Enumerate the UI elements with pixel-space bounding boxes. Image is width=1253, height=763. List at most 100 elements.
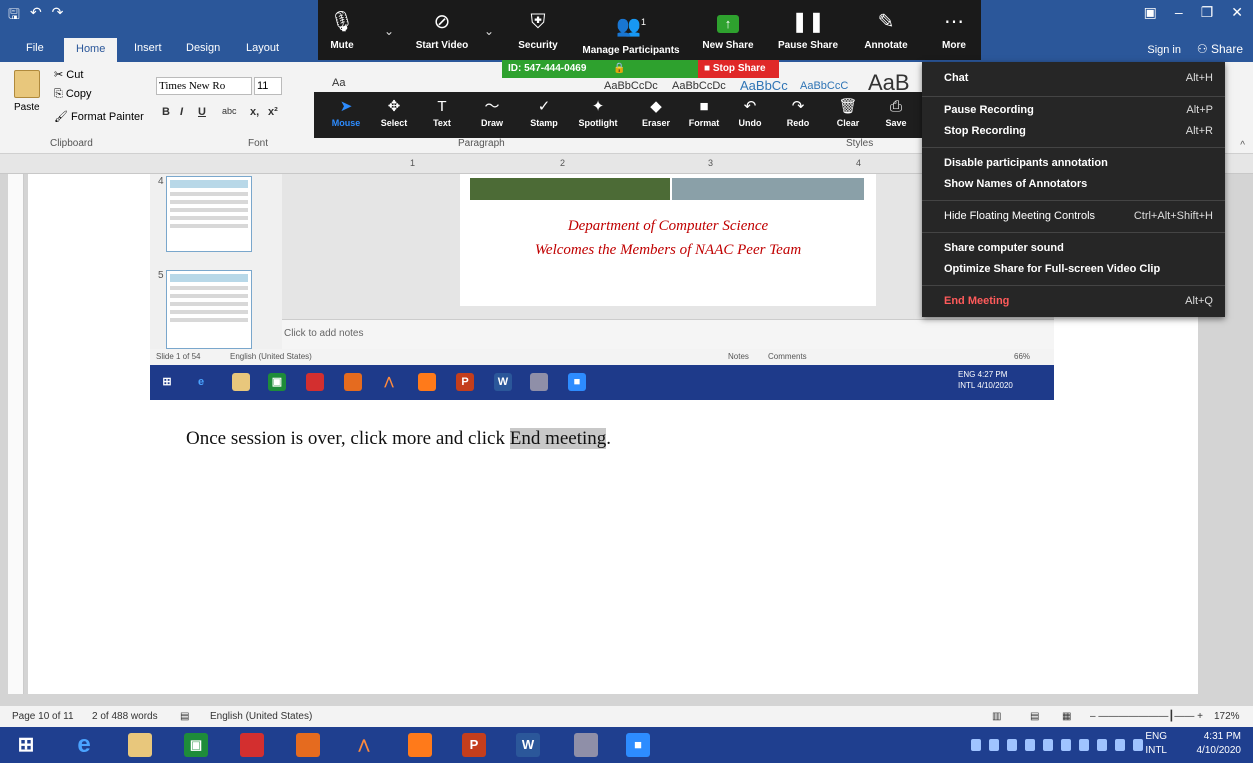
minimize-icon[interactable]: – [1175,4,1183,21]
change-case-button[interactable]: Aa [332,77,345,89]
tray-icon[interactable] [1025,739,1035,751]
close-icon[interactable]: ✕ [1231,4,1243,21]
menu-end-meeting[interactable]: End Meeting [944,295,1009,307]
annot-eraser-button[interactable]: ◆ Eraser [630,92,682,138]
more-button[interactable]: ⋯ More [930,0,978,60]
strikethrough-button[interactable]: abc [222,106,237,116]
tray-icon[interactable] [1007,739,1017,751]
start-icon[interactable]: ⊞ [14,733,38,757]
manage-participants-button[interactable]: 👥1 Manage Participants [576,0,686,60]
network-icon[interactable] [1133,739,1143,751]
paste-button[interactable]: Paste [14,70,44,126]
start-video-button[interactable]: ⊘ Start Video [404,0,480,60]
edge-icon[interactable]: e [72,733,96,757]
pause-share-button[interactable]: ❚❚ Pause Share [772,0,844,60]
style-heading-1[interactable]: AaBbCc [740,78,788,93]
tray-icon[interactable] [1061,739,1071,751]
zoom-app-icon[interactable]: ■ [626,733,650,757]
annot-format-button[interactable]: ■ Format [678,92,730,138]
paint-icon[interactable] [240,733,264,757]
menu-chat[interactable]: Chat [944,72,968,84]
clock-date: 4/10/2020 [1196,745,1242,756]
stop-share-button[interactable]: ■ Stop Share [698,60,779,78]
annot-text-button[interactable]: T Text [416,92,468,138]
tab-file[interactable]: File [26,42,44,54]
cut-button[interactable]: ✂ Cut [54,68,83,81]
font-size-box[interactable]: 11 [254,77,282,95]
ribbon-display-icon[interactable]: ▣ [1144,4,1157,21]
annot-draw-button[interactable]: 〜 Draw [466,92,518,138]
style-heading-2[interactable]: AaBbCcC [800,80,848,92]
new-share-button[interactable]: ↑ New Share [696,0,760,60]
input-language[interactable]: ENG INTL [1145,730,1167,758]
menu-disable-annotation[interactable]: Disable participants annotation [944,157,1108,169]
document-text[interactable]: Once session is over, click more and cli… [186,428,611,450]
font-name-box[interactable]: Times New Ro [156,77,252,95]
annot-stamp-button[interactable]: ✓ Stamp [518,92,570,138]
menu-stop-recording[interactable]: Stop Recording [944,125,1026,137]
style-normal[interactable]: AaBbCcDc [604,80,658,92]
tray-icon[interactable] [1079,739,1089,751]
superscript-button[interactable]: x² [268,106,278,118]
word-icon[interactable]: W [516,733,540,757]
underline-button[interactable]: U [198,106,206,118]
audio-options-chevron-icon[interactable]: ⌄ [384,24,394,38]
menu-optimize-share[interactable]: Optimize Share for Full-screen Video Cli… [944,263,1160,275]
sign-in-link[interactable]: Sign in [1147,44,1181,56]
app-icon[interactable] [574,733,598,757]
menu-share-computer-sound[interactable]: Share computer sound [944,242,1064,254]
tab-design[interactable]: Design [186,42,220,54]
annot-mouse-button[interactable]: ➤ Mouse [320,92,372,138]
matlab-icon[interactable]: ⋀ [352,733,376,757]
annot-save-button[interactable]: ⎙ Save [870,92,922,138]
collapse-ribbon-icon[interactable]: ^ [1240,140,1245,151]
web-layout-icon[interactable]: ▦ [1062,711,1071,722]
security-button[interactable]: ⛨ Security [508,0,568,60]
annot-spotlight-button[interactable]: ✦ Spotlight [572,92,624,138]
menu-show-annotator-names[interactable]: Show Names of Annotators [944,178,1087,190]
powerpoint-icon[interactable]: P [462,733,486,757]
copy-button[interactable]: ⎘ Copy [54,88,92,101]
style-no-spacing[interactable]: AaBbCcDc [672,80,726,92]
page-count[interactable]: Page 10 of 11 [12,711,74,722]
annotate-button[interactable]: ✎ Annotate [854,0,918,60]
volume-icon[interactable] [1097,739,1107,751]
tray-icon[interactable] [1043,739,1053,751]
restore-icon[interactable]: ❐ [1201,4,1214,21]
mute-button[interactable]: 🎙 Mute [318,0,366,60]
menu-pause-recording[interactable]: Pause Recording [944,104,1034,116]
video-options-chevron-icon[interactable]: ⌄ [484,24,494,38]
word-count[interactable]: 2 of 488 words [92,711,158,722]
subscript-button[interactable]: x, [250,106,259,118]
share-button[interactable]: ⚇ Share [1197,42,1243,56]
zoom-slider[interactable]: – ———————┃—— + [1090,711,1203,722]
redo-icon[interactable]: ↷ [52,4,64,28]
tray-icon[interactable] [971,739,981,751]
file-explorer-icon[interactable] [128,733,152,757]
menu-hide-floating-controls[interactable]: Hide Floating Meeting Controls [944,210,1095,222]
meeting-id-bar[interactable]: ID: 547-444-0469 🔒 [502,60,698,78]
format-painter-button[interactable]: 🖌 Format Painter [54,110,144,123]
taskbar-clock[interactable]: 4:31 PM 4/10/2020 [1197,730,1242,758]
annot-clear-button[interactable]: 🗑 Clear [822,92,874,138]
italic-button[interactable]: I [180,106,183,118]
tray-icon[interactable] [989,739,999,751]
browser-icon[interactable] [296,733,320,757]
battery-icon[interactable] [1115,739,1125,751]
tab-layout[interactable]: Layout [246,42,279,54]
save-icon[interactable]: 🖫 [8,4,20,28]
store-icon[interactable]: ▣ [184,733,208,757]
annot-redo-button[interactable]: ↷ Redo [772,92,824,138]
bold-button[interactable]: B [162,106,170,118]
read-mode-icon[interactable]: ▥ [992,711,1001,722]
proofing-icon[interactable]: ▤ [180,711,189,722]
annot-undo-button[interactable]: ↶ Undo [724,92,776,138]
undo-icon[interactable]: ↶ [30,4,42,28]
tab-insert[interactable]: Insert [134,42,162,54]
print-layout-icon[interactable]: ▤ [1030,711,1039,722]
annot-select-button[interactable]: ✥ Select [368,92,420,138]
firefox-icon[interactable] [408,733,432,757]
tab-home[interactable]: Home [64,38,118,62]
language-status[interactable]: English (United States) [210,711,312,722]
zoom-level[interactable]: 172% [1214,711,1240,722]
